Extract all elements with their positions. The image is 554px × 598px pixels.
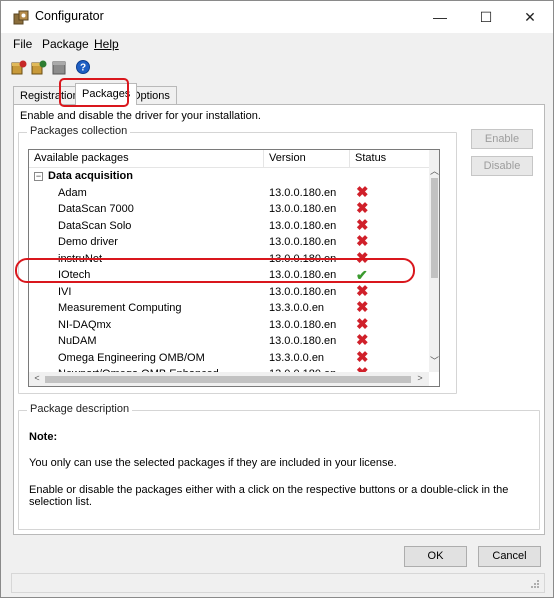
window-title: Configurator	[35, 9, 104, 23]
status-disabled-icon: ✖	[356, 348, 369, 366]
package-row[interactable]: Demo driver 13.0.0.180.en ✖	[29, 234, 429, 251]
status-bar	[11, 573, 545, 593]
package-name: IVI	[58, 285, 72, 298]
status-disabled-icon: ✖	[356, 200, 369, 217]
package-install-icon[interactable]	[11, 59, 27, 75]
note-line-2: Enable or disable the packages either wi…	[29, 484, 509, 508]
menu-help[interactable]: Help	[94, 37, 119, 51]
package-row[interactable]: IVI 13.0.0.180.en ✖	[29, 282, 429, 301]
package-description-title: Package description	[27, 403, 133, 415]
package-row[interactable]: NI-DAQmx 13.0.0.180.en ✖	[29, 315, 429, 334]
status-disabled-icon: ✖	[356, 282, 369, 300]
package-name: Demo driver	[58, 236, 118, 248]
package-name: NI-DAQmx	[58, 318, 112, 331]
disable-button[interactable]: Disable	[471, 156, 533, 176]
close-button[interactable]: ✕	[507, 1, 553, 33]
column-available-packages[interactable]: Available packages	[29, 150, 264, 168]
packages-tab-highlight	[59, 78, 129, 107]
column-status[interactable]: Status	[350, 150, 429, 168]
package-name: Adam	[58, 186, 87, 199]
package-name: DataScan Solo	[58, 219, 132, 232]
package-version: 13.3.0.0.en	[269, 351, 325, 364]
vertical-scrollbar[interactable]: ︿ ﹀	[429, 150, 439, 372]
help-icon[interactable]: ?	[75, 59, 91, 75]
package-update-icon[interactable]	[31, 59, 47, 75]
status-disabled-icon: ✖	[356, 233, 369, 250]
status-disabled-icon: ✖	[356, 183, 369, 201]
package-version: 13.0.0.180.en	[269, 219, 337, 232]
menu-file[interactable]: File	[13, 37, 32, 51]
package-row[interactable]: NuDAM 13.0.0.180.en ✖	[29, 333, 429, 350]
package-row[interactable]: Omega Engineering OMB/OM 13.3.0.0.en ✖	[29, 348, 429, 367]
package-name: DataScan 7000	[58, 203, 134, 215]
minimize-button[interactable]: —	[417, 1, 463, 33]
column-version[interactable]: Version	[264, 150, 350, 168]
package-version: 13.0.0.180.en	[269, 186, 337, 199]
packages-collection-title: Packages collection	[27, 125, 131, 137]
status-disabled-icon: ✖	[356, 332, 369, 349]
package-row[interactable]: Measurement Computing 13.3.0.0.en ✖	[29, 300, 429, 317]
status-disabled-icon: ✖	[356, 216, 369, 234]
package-row[interactable]: DataScan 7000 13.0.0.180.en ✖	[29, 201, 429, 218]
package-version: 13.3.0.0.en	[269, 302, 325, 314]
package-version: 13.0.0.180.en	[269, 285, 337, 298]
package-row[interactable]: DataScan Solo 13.0.0.180.en ✖	[29, 216, 429, 235]
package-name: Measurement Computing	[58, 302, 182, 314]
scroll-up-icon[interactable]: ︿	[429, 164, 439, 177]
horizontal-scroll-thumb[interactable]	[45, 376, 411, 383]
note-label: Note:	[29, 431, 58, 443]
package-description-group: Package description Note: You only can u…	[18, 403, 540, 530]
title-bar: Configurator — ☐ ✕	[1, 1, 553, 33]
package-icon[interactable]	[51, 59, 67, 75]
scroll-left-icon[interactable]: <	[32, 373, 42, 383]
package-version: 13.0.0.180.en	[269, 335, 337, 347]
list-header: Available packages Version Status	[29, 150, 429, 168]
maximize-button[interactable]: ☐	[463, 1, 509, 33]
status-disabled-icon: ✖	[356, 299, 369, 316]
panel-intro-text: Enable and disable the driver for your i…	[20, 110, 261, 122]
group-label: Data acquisition	[48, 170, 133, 182]
package-version: 13.0.0.180.en	[269, 318, 337, 331]
vertical-scroll-thumb[interactable]	[431, 178, 438, 278]
enable-button[interactable]: Enable	[471, 129, 533, 149]
status-disabled-icon: ✖	[356, 315, 369, 333]
group-row-data-acquisition[interactable]: − Data acquisition	[29, 168, 429, 185]
scroll-right-icon[interactable]: >	[415, 373, 425, 383]
app-icon	[13, 10, 29, 25]
package-name: NuDAM	[58, 335, 97, 347]
package-row[interactable]: Adam 13.0.0.180.en ✖	[29, 183, 429, 202]
scroll-down-icon[interactable]: ﹀	[429, 354, 439, 367]
resize-grip-icon[interactable]	[530, 579, 540, 589]
collapse-icon[interactable]: −	[34, 172, 43, 181]
menu-package[interactable]: Package	[42, 37, 89, 51]
iotech-row-highlight	[15, 258, 415, 283]
configurator-window: Configurator — ☐ ✕ File Package Help ? R…	[0, 0, 554, 598]
packages-panel: Enable and disable the driver for your i…	[13, 104, 545, 535]
horizontal-scrollbar[interactable]: < >	[29, 372, 429, 386]
package-version: 13.0.0.180.en	[269, 236, 337, 248]
note-line-1: You only can use the selected packages i…	[29, 457, 397, 469]
package-version: 13.0.0.180.en	[269, 203, 337, 215]
help-glyph: ?	[80, 63, 86, 74]
package-name: Omega Engineering OMB/OM	[58, 351, 205, 364]
cancel-button[interactable]: Cancel	[478, 546, 541, 567]
ok-button[interactable]: OK	[404, 546, 467, 567]
